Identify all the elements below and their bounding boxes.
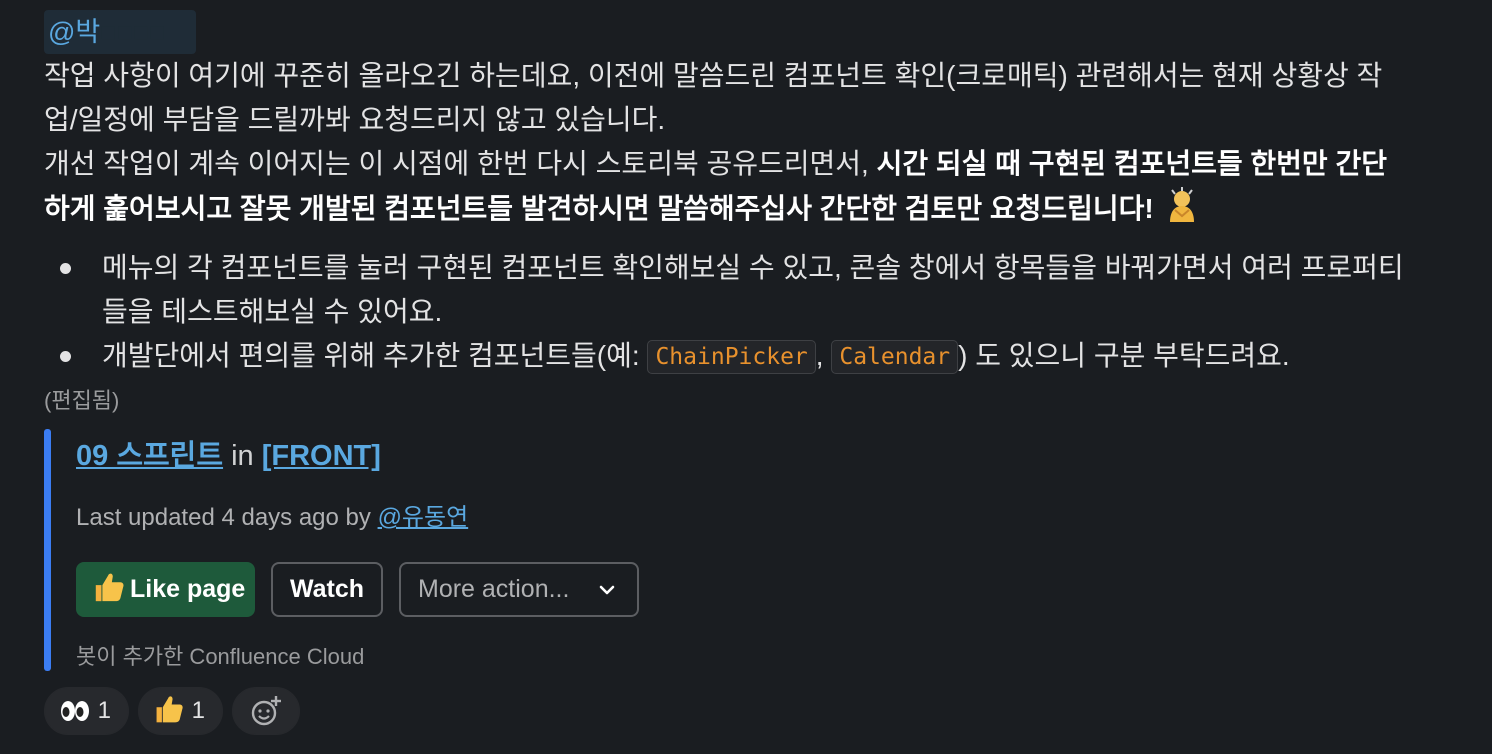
add-reaction-icon <box>251 696 281 726</box>
page-link[interactable]: 09 스프린트 <box>76 440 223 472</box>
add-reaction-button[interactable] <box>232 687 300 735</box>
message-line: 작업 사항이 여기에 꾸준히 올라오긴 하는데요, 이전에 말씀드린 컴포넌트 … <box>44 60 1383 91</box>
list-item-line: 개발단에서 편의를 위해 추가한 컴포넌트들(예: ChainPicker, C… <box>102 334 1492 379</box>
message-bold-text: 시간 되실 때 구현된 컴포넌트들 한번만 간단 <box>876 148 1387 179</box>
list-item: 개발단에서 편의를 위해 추가한 컴포넌트들(예: ChainPicker, C… <box>44 334 1492 379</box>
message-bold-text: 하게 훑어보시고 잘못 개발된 컴포넌트들 발견하시면 말씀해주십사 간단한 검… <box>44 193 1154 224</box>
reaction-count: 1 <box>97 697 112 724</box>
eyes-emoji-icon <box>61 701 89 721</box>
list-item: 메뉴의 각 컴포넌트를 눌러 구현된 컴포넌트 확인해보실 수 있고, 콘솔 창… <box>44 246 1492 334</box>
more-actions-dropdown[interactable]: More action... <box>399 562 639 617</box>
author-link[interactable]: @유동연 <box>378 504 469 531</box>
message-line: 하게 훑어보시고 잘못 개발된 컴포넌트들 발견하시면 말씀해주십사 간단한 검… <box>44 186 1484 231</box>
reaction-count: 1 <box>191 697 206 724</box>
attachment-meta: Last updated 4 days ago by @유동연 <box>76 498 468 538</box>
reaction-eyes[interactable]: 1 <box>44 687 129 735</box>
like-page-button[interactable]: Like page <box>76 562 255 617</box>
watch-button[interactable]: Watch <box>271 562 383 617</box>
space-link[interactable]: [FRONT] <box>262 440 381 472</box>
list-item-text: 개발단에서 편의를 위해 추가한 컴포넌트들(예: <box>102 340 648 371</box>
more-actions-label: More action... <box>418 575 570 603</box>
thumbs-up-icon <box>95 573 124 602</box>
list-item-text: , <box>815 340 832 371</box>
message-line: 개선 작업이 계속 이어지는 이 시점에 한번 다시 스토리북 공유드리면서, … <box>44 142 1484 186</box>
inline-code: Calendar <box>831 340 959 374</box>
watch-label: Watch <box>289 575 365 603</box>
mention-text[interactable]: @박 <box>48 17 100 47</box>
attachment-accent-bar <box>44 429 51 671</box>
message-paragraph-1: 작업 사항이 여기에 꾸준히 올라오긴 하는데요, 이전에 말씀드린 컴포넌트 … <box>44 54 1484 142</box>
like-page-label: Like page <box>130 575 246 603</box>
list-item-text: ) 도 있으니 구분 부탁드려요. <box>958 340 1290 371</box>
bot-attribution: 봇이 추가한 Confluence Cloud <box>76 644 365 669</box>
list-item-line: 들을 테스트해보실 수 있어요. <box>102 296 443 327</box>
meta-text: Last updated 4 days ago by <box>76 504 378 531</box>
redacted-name: ■■■■ <box>100 17 166 47</box>
message-line: 업/일정에 부담을 드릴까봐 요청드리지 않고 있습니다. <box>44 104 666 135</box>
message-paragraph-2: 개선 작업이 계속 이어지는 이 시점에 한번 다시 스토리북 공유드리면서, … <box>44 142 1484 231</box>
thumbs-up-emoji-icon <box>156 696 183 723</box>
inline-code: ChainPicker <box>647 340 816 374</box>
person-bowing-emoji[interactable] <box>1162 186 1202 226</box>
chevron-down-icon <box>599 585 615 595</box>
bullet-dot <box>60 351 71 362</box>
user-mention[interactable]: @박■■■■ <box>44 10 196 54</box>
bullet-dot <box>60 263 71 274</box>
reaction-thumbs-up[interactable]: 1 <box>138 687 223 735</box>
message-text: 개선 작업이 계속 이어지는 이 시점에 한번 다시 스토리북 공유드리면서, <box>44 148 877 179</box>
attachment-title: 09 스프린트 in [FRONT] <box>76 434 381 478</box>
in-text: in <box>223 440 262 472</box>
edited-label: (편집됨) <box>44 388 120 413</box>
bullet-list: 메뉴의 각 컴포넌트를 눌러 구현된 컴포넌트 확인해보실 수 있고, 콘솔 창… <box>44 246 1492 379</box>
list-item-line: 메뉴의 각 컴포넌트를 눌러 구현된 컴포넌트 확인해보실 수 있고, 콘솔 창… <box>102 252 1404 283</box>
